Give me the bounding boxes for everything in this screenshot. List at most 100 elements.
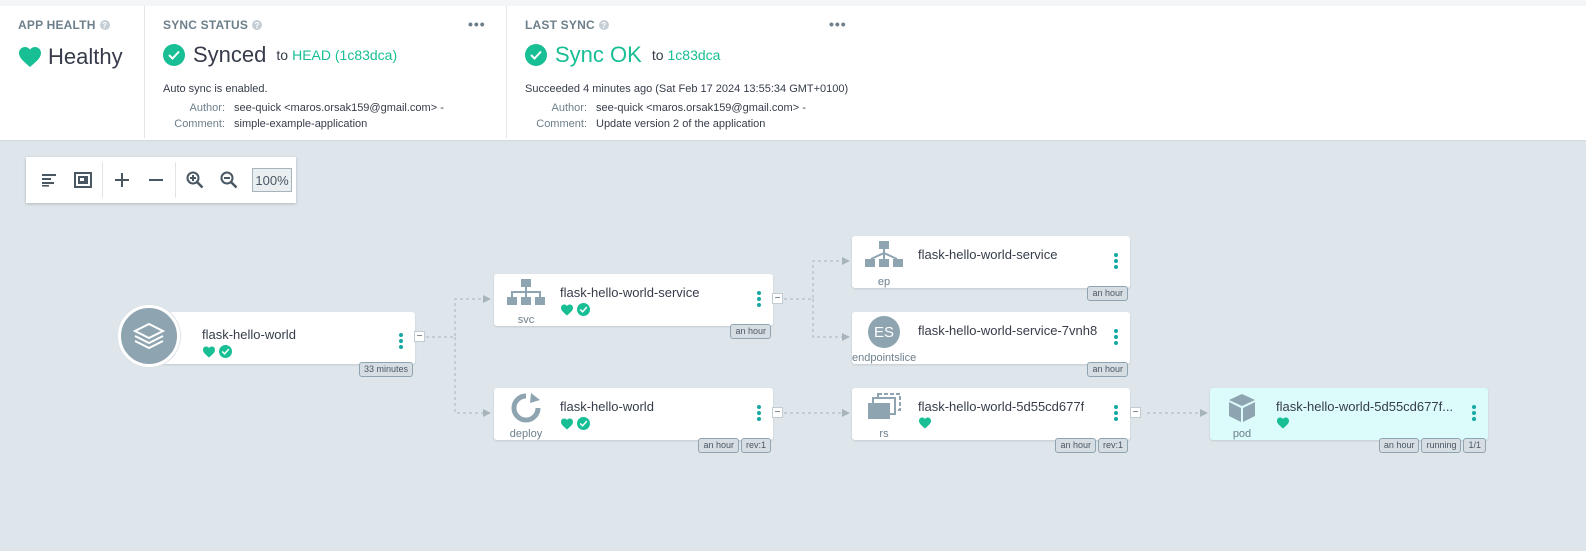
node-menu-button[interactable] [757, 291, 763, 309]
align-left-icon [42, 174, 56, 187]
node-icon [860, 392, 908, 427]
check-circle-icon [525, 44, 547, 66]
app-status-panel: APP HEALTH ? Healthy SYNC STATUS ? ••• S… [0, 0, 1586, 140]
app-health-section: APP HEALTH ? Healthy [0, 6, 145, 138]
tag: an hour [1087, 362, 1128, 377]
node-kind: pod [1232, 428, 1252, 440]
app-node[interactable]: flask-hello-world 33 minutes [118, 305, 415, 377]
heart-icon [919, 417, 931, 429]
edge-svc-ep [784, 257, 850, 300]
last-sync-row: Sync OK to 1c83dca [525, 42, 720, 68]
sync-arrow-icon [511, 393, 541, 423]
plus-icon [115, 173, 129, 187]
last-sync-title: LAST SYNC ? [525, 18, 609, 32]
collapse-button[interactable] [139, 164, 173, 196]
sync-status-row: Synced to HEAD (1c83dca) [163, 42, 397, 68]
help-icon[interactable]: ? [598, 20, 609, 30]
app-health-status: Healthy [18, 44, 123, 70]
node-name: flask-hello-world [202, 327, 296, 342]
network-icon [507, 279, 545, 305]
node-icon [860, 240, 908, 275]
sync-status-section: SYNC STATUS ? ••• Synced to HEAD (1c83dc… [145, 6, 507, 138]
node-statuses [1276, 417, 1290, 429]
tag: an hour [730, 324, 771, 339]
node-tags: an hour rev:1 [1055, 438, 1128, 453]
resource-node-ep[interactable]: ep flask-hello-world-service an hour [852, 236, 1130, 301]
last-sync-more-button[interactable]: ••• [829, 16, 847, 32]
node-kind: ep [877, 276, 891, 288]
tag: an hour [1378, 438, 1420, 453]
node-statuses [202, 345, 232, 358]
node-icon [502, 278, 550, 313]
node-menu-button[interactable] [1472, 405, 1478, 423]
tag: rev:1 [740, 438, 771, 453]
fit-view-button[interactable] [66, 164, 100, 196]
node-name: flask-hello-world-service [918, 247, 1058, 262]
minus-icon [149, 179, 163, 181]
check-circle-icon [219, 345, 232, 358]
node-tags: an hour rev:1 [698, 438, 771, 453]
sync-status-label: Synced [193, 42, 267, 67]
collapse-toggle[interactable]: − [772, 407, 783, 418]
last-sync-comment-row: Comment: Update version 2 of the applica… [536, 118, 766, 130]
toolbar-divider [175, 162, 176, 198]
node-menu-button[interactable] [757, 405, 763, 423]
collapse-toggle[interactable]: − [772, 293, 783, 304]
node-menu-button[interactable] [1114, 329, 1120, 347]
node-name: flask-hello-world-service-7vnh8 [918, 323, 1098, 338]
node-statuses [560, 303, 590, 316]
heart-icon [19, 47, 41, 67]
edge-app-svc [426, 295, 491, 338]
node-icon: ES [860, 316, 908, 348]
zoom-out-button[interactable] [212, 164, 246, 196]
check-circle-icon [577, 417, 590, 430]
last-sync-succeeded-text: Succeeded 4 minutes ago (Sat Feb 17 2024… [525, 83, 849, 95]
node-menu-button[interactable] [1114, 405, 1120, 423]
heart-icon [561, 304, 573, 315]
node-menu-button[interactable] [399, 333, 405, 351]
cube-icon [1229, 394, 1255, 422]
tag: rev:1 [1097, 438, 1128, 453]
node-name: flask-hello-world-5d55cd677f [918, 399, 1085, 414]
last-sync-revision-link[interactable]: 1c83dca [668, 47, 721, 63]
node-menu-button[interactable] [1114, 253, 1120, 271]
collapse-toggle[interactable]: − [1130, 407, 1141, 418]
resource-node-deploy[interactable]: deploy flask-hello-world an hour rev:1 [494, 388, 773, 453]
node-kind: rs [879, 428, 889, 440]
zoom-out-icon [220, 171, 238, 189]
resource-node-endpointslice[interactable]: ES endpointslice flask-hello-world-servi… [852, 312, 1130, 377]
zoom-level[interactable]: 100% [252, 168, 292, 192]
zoom-in-icon [186, 171, 204, 189]
app-node-body[interactable]: flask-hello-world 33 minutes [148, 312, 415, 377]
resource-node-svc[interactable]: svc flask-hello-world-service an hour [494, 274, 773, 339]
zoom-in-button[interactable] [178, 164, 212, 196]
sync-status-more-button[interactable]: ••• [468, 16, 486, 32]
node-name: flask-hello-world-service [560, 285, 700, 300]
sync-author-row: Author: see-quick <maros.orsak159@gmail.… [189, 102, 444, 114]
app-icon-circle [118, 305, 180, 367]
tag: an hour [1087, 286, 1128, 301]
replicaset-icon [868, 393, 901, 419]
resource-node-pod[interactable]: pod flask-hello-world-5d55cd677f... an h… [1210, 388, 1488, 453]
toolbar-divider [102, 162, 103, 198]
tag: 1/1 [1463, 438, 1486, 453]
align-left-button[interactable] [32, 164, 66, 196]
node-icon [502, 392, 550, 429]
sync-comment-row: Comment: simple-example-application [174, 118, 368, 130]
expand-button[interactable] [105, 164, 139, 196]
es-badge-icon: ES [868, 316, 900, 348]
help-icon[interactable]: ? [99, 20, 110, 30]
check-circle-icon [577, 303, 590, 316]
edge-app-deploy [454, 337, 491, 417]
node-statuses [560, 417, 590, 430]
node-tags: an hour [1087, 362, 1128, 377]
fit-view-icon [74, 172, 92, 188]
node-icon [1218, 392, 1266, 429]
resource-node-rs[interactable]: rs flask-hello-world-5d55cd677f an hour … [852, 388, 1130, 453]
sync-revision-link[interactable]: HEAD (1c83dca) [292, 47, 397, 63]
node-kind: deploy [509, 428, 543, 440]
auto-sync-text: Auto sync is enabled. [163, 83, 268, 95]
help-icon[interactable]: ? [252, 20, 263, 30]
collapse-toggle[interactable]: − [414, 331, 425, 342]
sync-status-title: SYNC STATUS ? [163, 18, 263, 32]
